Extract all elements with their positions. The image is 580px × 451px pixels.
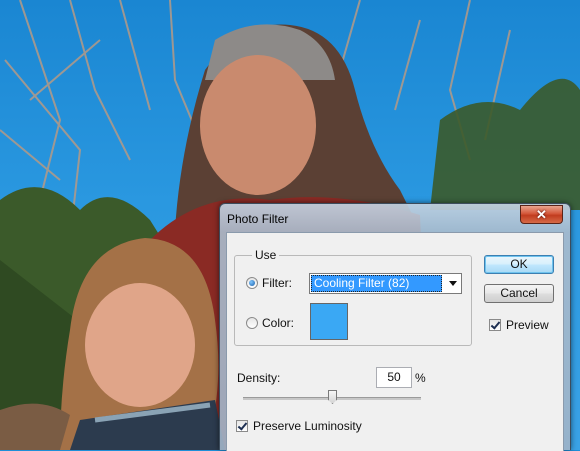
cancel-button[interactable]: Cancel — [484, 284, 554, 303]
preserve-luminosity-checkbox[interactable] — [236, 420, 248, 432]
preserve-luminosity-label: Preserve Luminosity — [253, 419, 362, 433]
filter-label: Filter: — [262, 276, 292, 290]
ok-button[interactable]: OK — [484, 255, 554, 274]
dialog-title: Photo Filter — [227, 212, 289, 226]
dialog-body: Use Filter: Cooling Filter (82) Color: D… — [226, 232, 564, 451]
chevron-down-icon[interactable] — [449, 281, 457, 286]
title-bar[interactable]: Photo Filter ✕ — [220, 204, 570, 232]
density-input[interactable]: 50 — [376, 367, 412, 388]
preview-label: Preview — [506, 318, 549, 332]
color-label: Color: — [262, 316, 295, 330]
photo-filter-dialog: Photo Filter ✕ Use Filter: Cooling Filte… — [219, 203, 571, 451]
density-slider-thumb[interactable] — [328, 390, 337, 404]
close-icon: ✕ — [536, 207, 547, 222]
preview-checkbox[interactable] — [489, 319, 501, 331]
use-group-legend: Use — [252, 248, 280, 262]
filter-dropdown[interactable]: Cooling Filter (82) — [309, 273, 462, 294]
density-label: Density: — [237, 371, 281, 385]
filter-dropdown-value: Cooling Filter (82) — [311, 275, 442, 292]
use-group — [234, 255, 472, 346]
color-radio[interactable] — [246, 317, 258, 329]
close-button[interactable]: ✕ — [520, 205, 563, 224]
filter-radio[interactable] — [246, 277, 258, 289]
color-swatch[interactable] — [310, 303, 348, 340]
density-unit: % — [415, 371, 426, 385]
